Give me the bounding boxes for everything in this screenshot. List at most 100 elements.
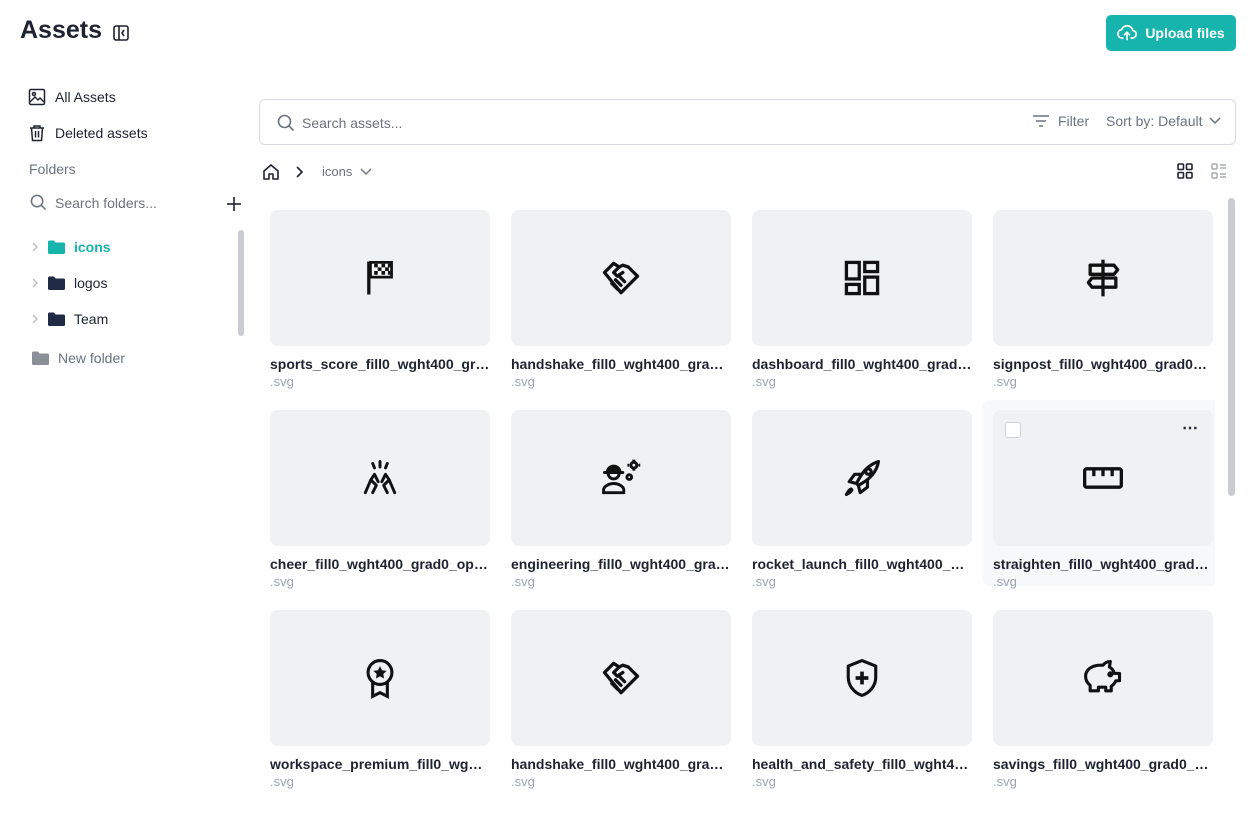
sidebar-item-label: Deleted assets (55, 125, 148, 141)
folder-item-logos[interactable]: logos (30, 275, 107, 291)
handshake-icon (602, 661, 640, 695)
workspace-premium-icon (366, 659, 394, 699)
handshake-icon (602, 261, 640, 295)
asset-name: handshake_fill0_wght400_grad0_opsz24 (511, 356, 731, 372)
asset-extension: .svg (270, 574, 294, 589)
select-checkbox[interactable] (1005, 422, 1021, 438)
asset-extension: .svg (752, 574, 776, 589)
search-icon (277, 114, 295, 132)
sidebar-item-label: All Assets (55, 89, 116, 105)
page-title: Assets (20, 16, 102, 44)
image-icon (28, 88, 46, 106)
sidebar-item-all-assets[interactable]: All Assets (28, 88, 116, 106)
asset-card[interactable]: engineering_fill0_wght400_grad0_opsz24 .… (511, 410, 731, 589)
search-input[interactable] (302, 110, 902, 136)
sidebar-item-deleted-assets[interactable]: Deleted assets (28, 124, 148, 142)
engineering-icon (602, 459, 641, 495)
folder-search-input[interactable]: Search folders... (30, 194, 230, 211)
folder-item-icons[interactable]: icons (30, 239, 111, 255)
asset-card[interactable]: handshake_fill0_wght400_grad0_opsz24 .sv… (511, 610, 731, 789)
asset-extension: .svg (993, 774, 1017, 789)
filter-icon (1033, 115, 1049, 127)
collapse-sidebar-icon[interactable] (112, 24, 130, 42)
content-scrollbar[interactable] (1228, 198, 1235, 496)
folder-search-placeholder: Search folders... (55, 194, 157, 211)
asset-name: savings_fill0_wght400_grad0_opsz24 (993, 756, 1213, 772)
asset-thumbnail (270, 610, 490, 746)
asset-thumbnail (752, 610, 972, 746)
folder-label: icons (74, 239, 111, 255)
asset-card[interactable]: sports_score_fill0_wght400_grad0_opsz24 … (270, 210, 490, 389)
breadcrumb-label: icons (322, 164, 353, 179)
folder-label: logos (74, 275, 108, 291)
chevron-right-icon[interactable] (30, 278, 40, 288)
folder-item-team[interactable]: Team (30, 311, 108, 327)
asset-card[interactable]: dashboard_fill0_wght400_grad0_opsz24 .sv… (752, 210, 972, 389)
home-icon[interactable] (262, 163, 280, 181)
asset-card[interactable]: savings_fill0_wght400_grad0_opsz24 .svg (993, 610, 1213, 789)
asset-search-bar: Filter Sort by: Default (259, 99, 1236, 145)
list-view-icon[interactable] (1210, 162, 1228, 180)
add-folder-icon[interactable] (225, 195, 243, 213)
folders-heading: Folders (29, 161, 76, 177)
folder-icon (32, 351, 49, 365)
new-folder-button[interactable]: New folder (32, 350, 125, 366)
grid-view-icon[interactable] (1176, 162, 1194, 180)
asset-name: rocket_launch_fill0_wght400_grad0_opsz24 (752, 556, 972, 572)
cloud-upload-icon (1117, 24, 1138, 41)
asset-extension: .svg (511, 574, 535, 589)
chevron-right-icon[interactable] (30, 314, 40, 324)
folder-icon (48, 276, 65, 290)
asset-name: signpost_fill0_wght400_grad0_opsz24 (993, 356, 1213, 372)
asset-name: cheer_fill0_wght400_grad0_opsz24 (270, 556, 490, 572)
asset-thumbnail: ⋯ (993, 410, 1213, 546)
folder-icon (48, 240, 65, 254)
dashboard-icon (844, 260, 880, 296)
asset-name: dashboard_fill0_wght400_grad0_opsz24 (752, 356, 972, 372)
asset-name: health_and_safety_fill0_wght400_grad0_op… (752, 756, 972, 772)
asset-extension: .svg (993, 574, 1017, 589)
asset-extension: .svg (270, 774, 294, 789)
cheer-icon (363, 460, 397, 495)
asset-name: engineering_fill0_wght400_grad0_opsz24 (511, 556, 731, 572)
health-and-safety-icon (846, 659, 878, 697)
asset-thumbnail (993, 610, 1213, 746)
asset-extension: .svg (993, 374, 1017, 389)
asset-extension: .svg (752, 374, 776, 389)
asset-card[interactable]: rocket_launch_fill0_wght400_grad0_opsz24… (752, 410, 972, 589)
sort-label: Sort by: Default (1106, 113, 1203, 129)
asset-thumbnail (752, 210, 972, 346)
asset-card[interactable]: ⋯ straighten_fill0_wght400_grad0_opsz24 … (983, 400, 1215, 589)
rocket-launch-icon (844, 459, 881, 497)
upload-files-label: Upload files (1145, 25, 1225, 41)
asset-thumbnail (511, 410, 731, 546)
filter-button[interactable]: Filter (1032, 113, 1089, 129)
asset-name: straighten_fill0_wght400_grad0_opsz24 (993, 556, 1213, 572)
asset-thumbnail (270, 210, 490, 346)
asset-name: handshake_fill0_wght400_grad0_opsz24 (511, 756, 731, 772)
asset-name: workspace_premium_fill0_wght400_grad0_op… (270, 756, 490, 772)
more-options-icon[interactable]: ⋯ (1182, 421, 1199, 437)
asset-card[interactable]: health_and_safety_fill0_wght400_grad0_op… (752, 610, 972, 789)
asset-thumbnail (511, 610, 731, 746)
asset-extension: .svg (511, 374, 535, 389)
asset-extension: .svg (511, 774, 535, 789)
chevron-right-icon[interactable] (30, 242, 40, 252)
asset-card[interactable]: handshake_fill0_wght400_grad0_opsz24 .sv… (511, 210, 731, 389)
asset-thumbnail (993, 210, 1213, 346)
sidebar-scrollbar[interactable] (238, 230, 244, 336)
upload-files-button[interactable]: Upload files (1106, 15, 1236, 51)
breadcrumb-current-folder[interactable]: icons (322, 164, 372, 179)
sort-dropdown[interactable]: Sort by: Default (1106, 113, 1221, 129)
asset-card[interactable]: workspace_premium_fill0_wght400_grad0_op… (270, 610, 490, 789)
signpost-icon (1086, 259, 1120, 297)
asset-card[interactable]: cheer_fill0_wght400_grad0_opsz24 .svg (270, 410, 490, 589)
chevron-down-icon (360, 168, 372, 175)
asset-thumbnail (270, 410, 490, 546)
new-folder-label: New folder (58, 350, 125, 366)
asset-card[interactable]: signpost_fill0_wght400_grad0_opsz24 .svg (993, 210, 1213, 389)
filter-label: Filter (1058, 113, 1090, 129)
asset-name: sports_score_fill0_wght400_grad0_opsz24 (270, 356, 490, 372)
chevron-down-icon (1208, 117, 1221, 125)
asset-extension: .svg (270, 374, 294, 389)
